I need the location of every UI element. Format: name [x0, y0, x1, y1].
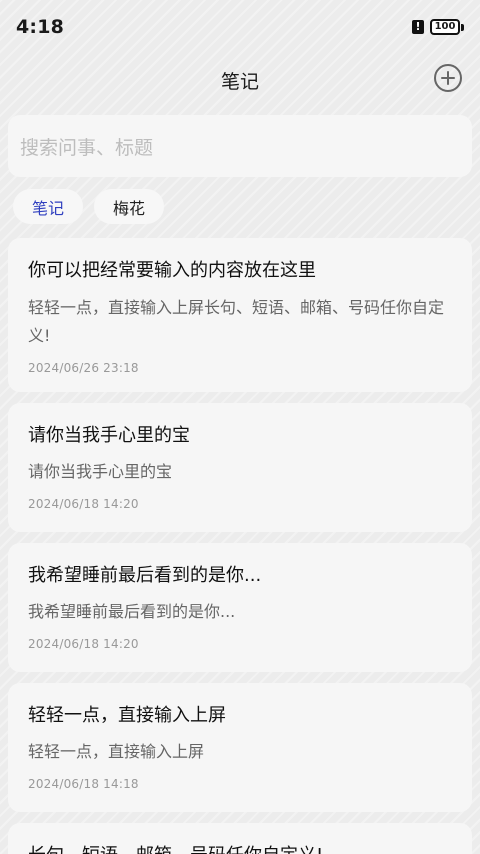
chip-notes[interactable]: 笔记 — [13, 189, 84, 224]
note-preview: 我希望睡前最后看到的是你... — [28, 602, 236, 621]
notes-screen: 4:18 ! 100 笔记 搜索问事、标题 笔记 梅花 你可以把经常要输入的内容… — [0, 0, 480, 854]
page-title: 笔记 — [220, 70, 259, 93]
note-title: 你可以把经常要输入的内容放在这里 — [28, 260, 316, 281]
add-note-button[interactable] — [434, 64, 462, 92]
battery-level: 100 — [430, 19, 460, 35]
search-input[interactable]: 搜索问事、标题 — [8, 115, 472, 177]
search-placeholder: 搜索问事、标题 — [20, 136, 154, 159]
note-title: 轻轻一点，直接输入上屏 — [28, 705, 226, 726]
note-card[interactable]: 我希望睡前最后看到的是你... 我希望睡前最后看到的是你... 2024/06/… — [8, 543, 472, 672]
note-preview: 轻轻一点，直接输入上屏长句、短语、邮箱、号码任你自定义! — [28, 298, 445, 345]
chip-meihua[interactable]: 梅花 — [94, 189, 165, 224]
note-date: 2024/06/18 14:20 — [28, 497, 139, 511]
note-card[interactable]: 你可以把经常要输入的内容放在这里 轻轻一点，直接输入上屏长句、短语、邮箱、号码任… — [8, 238, 472, 392]
status-icons: ! 100 — [412, 19, 464, 35]
note-preview: 轻轻一点，直接输入上屏 — [28, 742, 205, 761]
status-time: 4:18 — [16, 16, 65, 38]
note-date: 2024/06/26 23:18 — [28, 361, 139, 375]
note-card[interactable]: 请你当我手心里的宝 请你当我手心里的宝 2024/06/18 14:20 — [8, 403, 472, 532]
note-title: 请你当我手心里的宝 — [28, 425, 190, 446]
note-card[interactable]: 长句、短语、邮箱、号码任你自定义! — [8, 823, 472, 854]
note-date: 2024/06/18 14:20 — [28, 637, 139, 651]
category-chips: 笔记 梅花 — [13, 189, 165, 224]
app-bar: 笔记 — [0, 54, 480, 106]
note-card[interactable]: 轻轻一点，直接输入上屏 轻轻一点，直接输入上屏 2024/06/18 14:18 — [8, 683, 472, 812]
note-date: 2024/06/18 14:18 — [28, 777, 139, 791]
alert-icon: ! — [412, 20, 424, 34]
note-preview: 请你当我手心里的宝 — [28, 462, 173, 481]
battery-icon: 100 — [430, 19, 464, 35]
status-bar: 4:18 ! 100 — [0, 0, 480, 54]
note-title: 我希望睡前最后看到的是你... — [28, 565, 262, 586]
note-title: 长句、短语、邮箱、号码任你自定义! — [28, 843, 452, 854]
